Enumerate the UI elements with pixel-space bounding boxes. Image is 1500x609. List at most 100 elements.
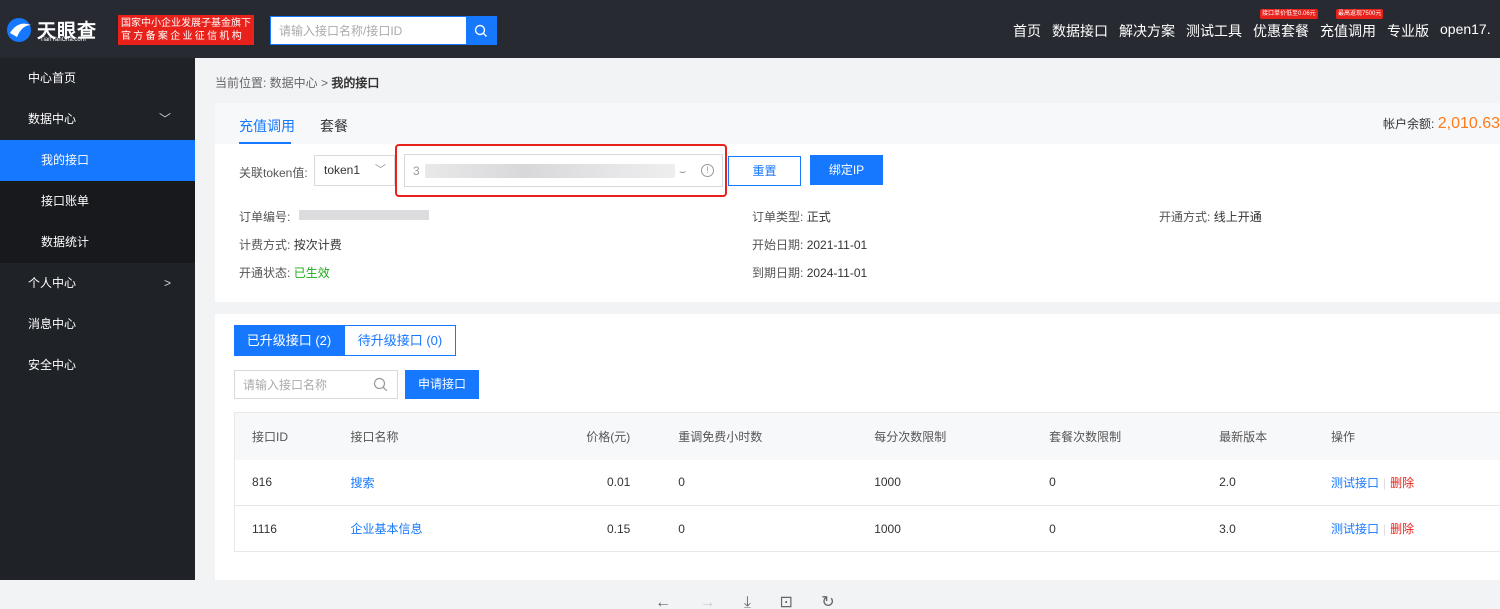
sidebar-item-label: 接口账单 [41, 194, 90, 208]
tab-package[interactable]: 套餐 [320, 116, 348, 136]
logo-icon [7, 18, 31, 42]
table-row: 1116 企业基本信息 0.15 0 1000 0 3.0 测试接口 | 删除 [234, 506, 1500, 552]
sidebar-item-label: 中心首页 [28, 71, 77, 85]
nav-test-tools[interactable]: 测试工具 [1186, 21, 1242, 39]
order-type-value: 正式 [806, 210, 831, 224]
account-balance: 帐户余额: 2,010.63 [1383, 115, 1500, 133]
delete-link[interactable]: 删除 [1390, 522, 1414, 536]
cell-price: 0.01 [606, 475, 631, 490]
breadcrumb: 当前位置: 数据中心 > 我的接口 [215, 74, 379, 91]
org-badge-line2: 官方备案企业征信机构 [121, 31, 244, 42]
nav-discount-packages[interactable]: 优惠套餐 [1253, 21, 1309, 39]
tab-recharge[interactable]: 充值调用 [239, 116, 295, 136]
billing-value: 按次计费 [293, 238, 342, 252]
reset-button[interactable]: 重置 [728, 156, 801, 186]
header-search [270, 16, 497, 45]
delete-link[interactable]: 删除 [1390, 476, 1414, 490]
sidebar-item-my-apis[interactable]: 我的接口 [0, 140, 195, 181]
sidebar-item-label: 安全中心 [28, 358, 77, 372]
rotate-icon[interactable]: ↻ [821, 594, 834, 609]
fit-screen-icon[interactable]: ⊡ [779, 594, 792, 609]
chevron-down-icon: ﹀ [375, 164, 386, 176]
nav-recharge[interactable]: 充值调用 [1320, 21, 1376, 39]
cell-version: 3.0 [1219, 521, 1236, 536]
open-status-label: 开通状态: [239, 266, 291, 280]
cell-per-min-limit: 1000 [874, 475, 901, 490]
table-header-row: 接口ID 接口名称 价格(元) 重调免费小时数 每分次数限制 套餐次数限制 最新… [234, 412, 1500, 460]
bind-ip-button[interactable]: 绑定IP [810, 155, 883, 185]
cell-package-limit: 0 [1049, 475, 1056, 490]
tab-upgraded-apis[interactable]: 已升级接口 (2) [234, 325, 344, 356]
sidebar-item-data-center[interactable]: 数据中心 ﹀ [0, 99, 195, 140]
nav-home[interactable]: 首页 [1013, 21, 1041, 39]
test-api-link[interactable]: 测试接口 [1331, 522, 1379, 536]
nav-solutions[interactable]: 解决方案 [1119, 21, 1175, 39]
sidebar-item-label: 数据中心 [28, 112, 77, 126]
test-api-link[interactable]: 测试接口 [1331, 476, 1379, 490]
col-header: 操作 [1331, 429, 1356, 444]
open-status-value: 已生效 [293, 266, 330, 280]
table-row: 816 搜索 0.01 0 1000 0 2.0 测试接口 | 删除 [234, 460, 1500, 506]
download-icon[interactable]: ⤓ [744, 594, 751, 609]
nav-user[interactable]: open17. [1440, 21, 1491, 39]
api-search-input[interactable] [235, 371, 365, 398]
billing-label: 计费方式: [239, 238, 291, 252]
api-search [234, 370, 398, 399]
apply-api-button[interactable]: 申请接口 [405, 370, 479, 399]
arrow-right-icon[interactable]: → [699, 594, 715, 609]
action-separator: | [1383, 522, 1387, 536]
tianyancha-logo[interactable]: 天眼查 TianYanCha.com [6, 15, 106, 45]
cell-free-hours: 0 [678, 521, 685, 536]
nav-data-api[interactable]: 数据接口 [1052, 21, 1108, 39]
sidebar-item-api-bills[interactable]: 接口账单 [0, 181, 195, 222]
open-method-label: 开通方式: [1159, 210, 1211, 224]
token-label: 关联token值: [239, 166, 308, 180]
sidebar: 中心首页 数据中心 ﹀ 我的接口 接口账单 数据统计 个人中心 > 消息中心 安… [0, 58, 195, 580]
col-header: 接口ID [252, 429, 289, 444]
api-list-card: 已升级接口 (2) 待升级接口 (0) 申请接口 接口ID 接口名称 价格(元)… [215, 314, 1500, 580]
org-badge-line1: 国家中小企业发展子基金旗下 [121, 18, 251, 29]
breadcrumb-path[interactable]: 当前位置: 数据中心 > [215, 76, 328, 90]
tab-pending-apis[interactable]: 待升级接口 (0) [344, 325, 456, 356]
order-no-label: 订单编号: [239, 210, 291, 224]
end-date-label: 到期日期: [752, 266, 804, 280]
nav-pro[interactable]: 专业版 [1387, 21, 1429, 39]
api-name-link[interactable]: 搜索 [350, 476, 374, 490]
sidebar-item-data-stats[interactable]: 数据统计 [0, 222, 195, 263]
start-date-value: 2021-11-01 [806, 238, 868, 252]
promo-badge-cashback: 最高返现7500元 [1336, 9, 1384, 19]
promo-badge-price: 接口单价低至0.06元 [1260, 9, 1318, 19]
sidebar-item-security[interactable]: 安全中心 [0, 345, 195, 386]
top-nav: 首页 数据接口 解决方案 测试工具 优惠套餐 充值调用 专业版 open17. [1013, 21, 1500, 39]
end-date-value: 2024-11-01 [806, 266, 868, 280]
balance-label: 帐户余额: [1383, 117, 1435, 131]
cell-price: 0.15 [606, 521, 631, 536]
sidebar-item-messages[interactable]: 消息中心 [0, 304, 195, 345]
search-icon [474, 24, 487, 37]
sidebar-item-label: 消息中心 [28, 317, 77, 331]
open-method-value: 线上开通 [1213, 210, 1262, 224]
token-select[interactable]: token1 ﹀ [314, 155, 395, 186]
cell-actions: 测试接口 | 删除 [1321, 460, 1500, 506]
col-header: 每分次数限制 [874, 429, 947, 444]
sidebar-item-home[interactable]: 中心首页 [0, 58, 195, 99]
start-date: 开始日期: 2021-11-01 [752, 236, 867, 253]
col-header: 最新版本 [1219, 429, 1268, 444]
end-date: 到期日期: 2024-11-01 [752, 264, 867, 281]
active-tab-indicator [239, 142, 291, 144]
col-header: 套餐次数限制 [1049, 429, 1122, 444]
header-search-button[interactable] [466, 17, 496, 44]
order-type-label: 订单类型: [752, 210, 804, 224]
highlight-frame [395, 144, 727, 197]
order-type: 订单类型: 正式 [752, 208, 831, 225]
header-search-input[interactable] [271, 17, 467, 44]
search-icon[interactable] [373, 377, 388, 392]
account-card: 充值调用 套餐 帐户余额: 2,010.63 关联token值: token1 … [215, 103, 1500, 302]
cell-version: 2.0 [1219, 475, 1236, 490]
arrow-left-icon[interactable]: ← [655, 594, 671, 609]
sidebar-item-label: 个人中心 [28, 276, 77, 290]
open-status: 开通状态: 已生效 [239, 264, 330, 281]
col-header: 重调免费小时数 [678, 429, 763, 444]
sidebar-item-personal-center[interactable]: 个人中心 > [0, 263, 195, 304]
api-name-link[interactable]: 企业基本信息 [350, 522, 422, 536]
